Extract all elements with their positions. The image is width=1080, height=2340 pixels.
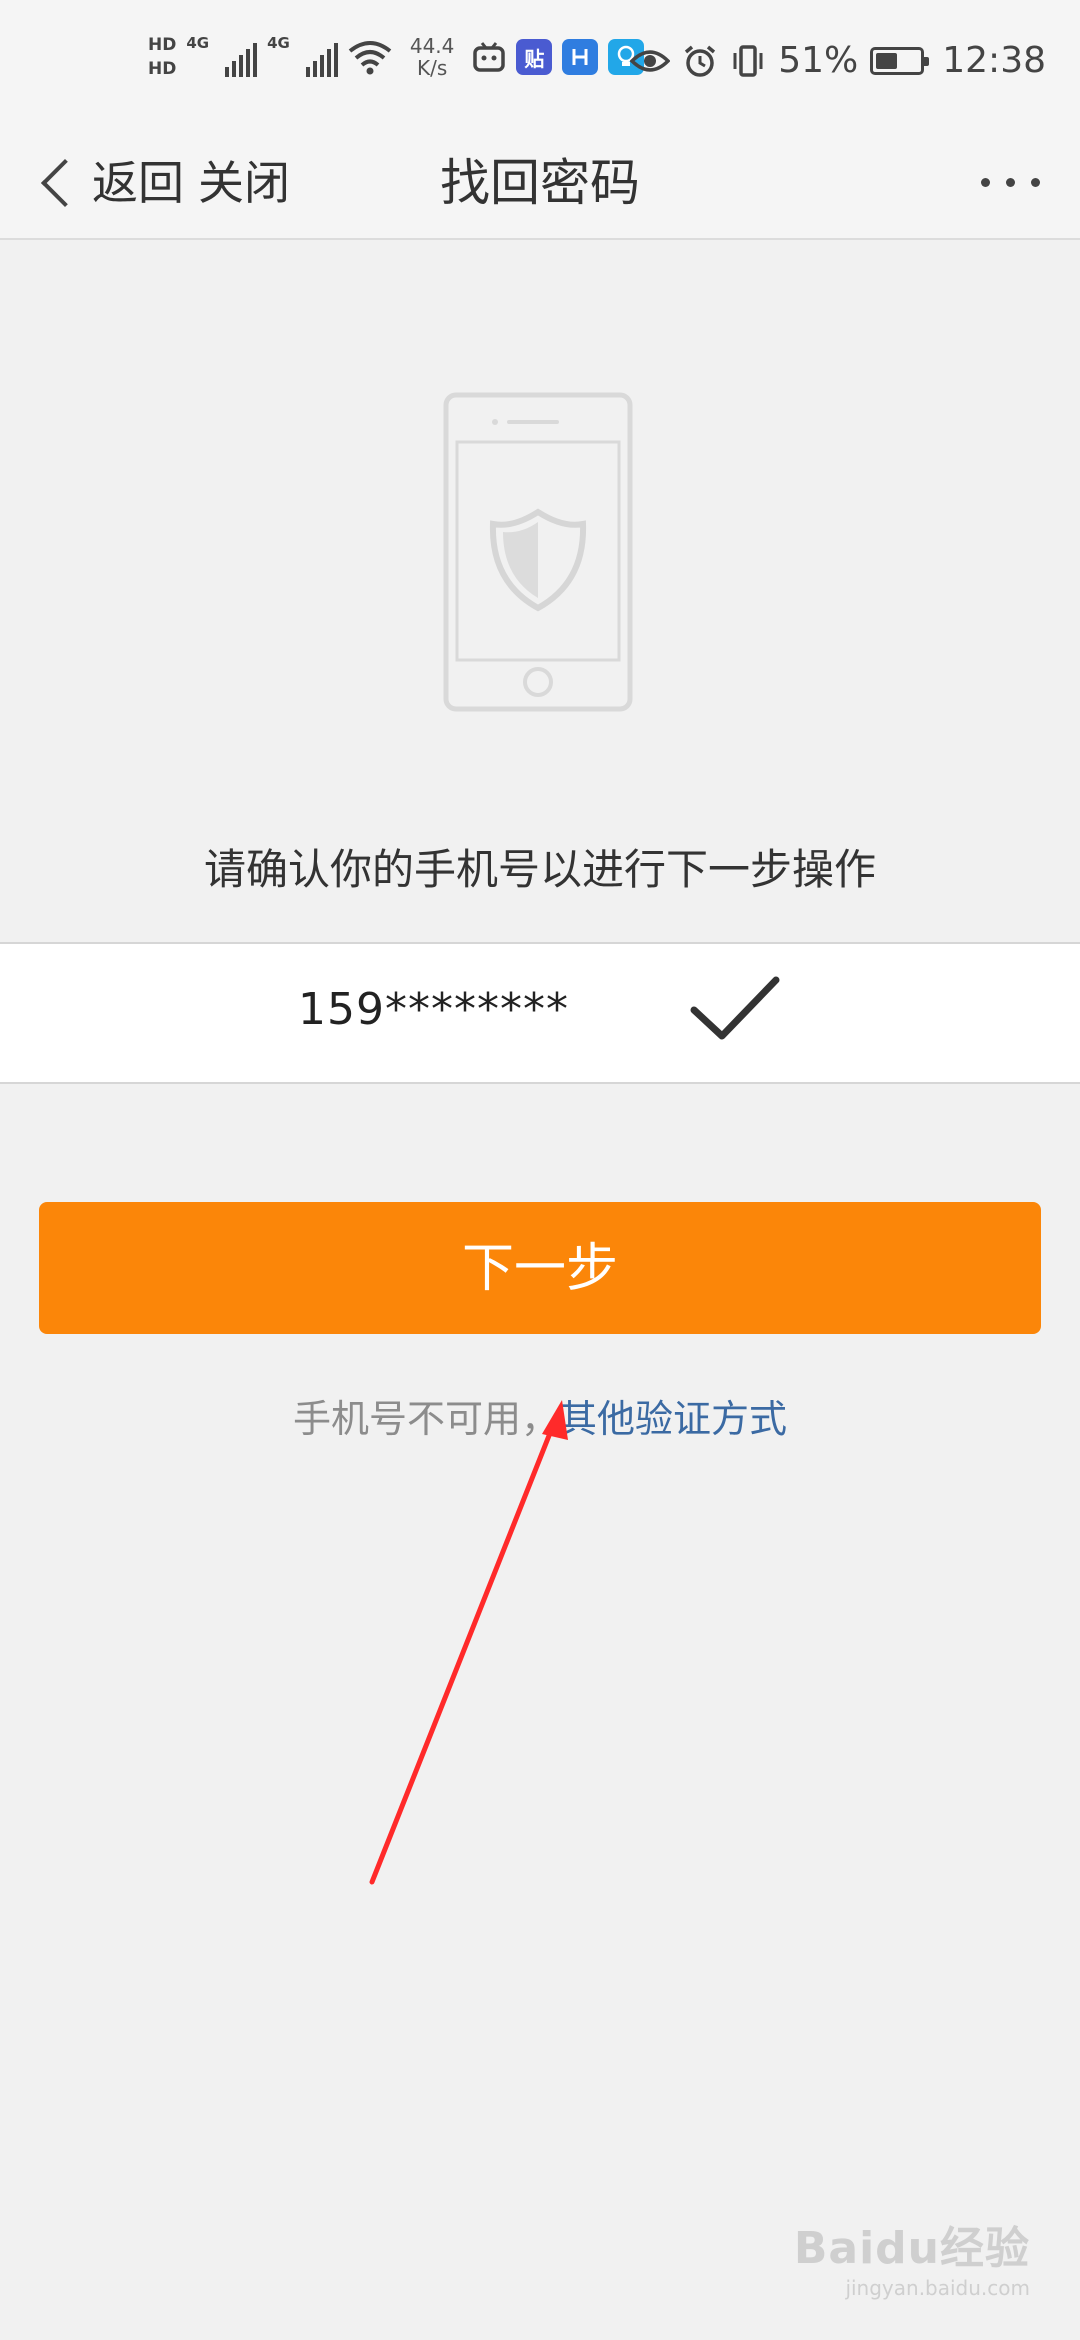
net-speed: 44.4 K/s: [410, 35, 455, 79]
status-bar: HD HD 4G 4G 44.4 K/s 贴 51% 12:38: [0, 0, 1080, 130]
watermark-site: jingyan.baidu.com: [845, 2276, 1030, 2300]
status-left: HD HD 4G 4G 44.4 K/s 贴: [148, 34, 645, 80]
sim2-signal-icon: [305, 37, 338, 77]
status-right: 51% 12:38: [630, 40, 1046, 81]
other-verification-link[interactable]: 其他验证方式: [559, 1397, 787, 1441]
clock-time: 12:38: [942, 40, 1046, 81]
bilibili-icon: [473, 42, 506, 72]
hd-1-icon: HD: [148, 35, 177, 55]
wifi-icon: [348, 41, 392, 75]
battery-icon: [870, 46, 930, 75]
vibrate-icon: [733, 44, 763, 77]
phone-shield-illustration: [443, 392, 633, 712]
tieba-app-icon: 贴: [516, 39, 553, 75]
more-options-button[interactable]: [981, 178, 1040, 187]
checkmark-icon: [690, 976, 780, 1040]
close-button[interactable]: 关闭: [198, 150, 290, 216]
phone-unavailable-text: 手机号不可用，: [292, 1397, 559, 1441]
watermark: Baidu经验 jingyan.baidu.com: [794, 2212, 1030, 2300]
net-speed-value: 44.4: [409, 34, 455, 58]
phone-number-row[interactable]: 159********: [0, 942, 1080, 1084]
dot-icon: [1031, 178, 1040, 187]
sim2-network-label: 4G: [267, 34, 290, 52]
battery-percent: 51%: [778, 40, 859, 81]
eye-icon: [630, 49, 671, 72]
dot-icon: [981, 178, 990, 187]
alternative-verification-line: 手机号不可用，其他验证方式: [0, 1388, 1080, 1443]
battery-fill: [876, 52, 898, 69]
back-button[interactable]: 返回: [34, 150, 184, 216]
app-h-icon: [562, 39, 599, 75]
nav-bar: 返回 关闭 找回密码: [0, 130, 1080, 240]
confirm-phone-hint: 请确认你的手机号以进行下一步操作: [203, 845, 876, 894]
watermark-brand: Baidu经验: [793, 2223, 1030, 2274]
masked-phone-number: 159********: [298, 984, 569, 1035]
hd-indicators: HD HD: [148, 34, 176, 80]
next-step-button[interactable]: 下一步: [39, 1202, 1041, 1334]
net-speed-unit: K/s: [416, 56, 448, 80]
chevron-left-icon: [40, 158, 90, 208]
back-label: 返回: [92, 156, 184, 210]
alarm-icon: [685, 45, 716, 77]
sim1-network-label: 4G: [186, 34, 210, 52]
dot-icon: [1006, 178, 1015, 187]
sim1-signal-icon: [225, 37, 258, 77]
hd-2-icon: HD: [148, 59, 177, 79]
annotation-arrow: [369, 1400, 568, 1885]
